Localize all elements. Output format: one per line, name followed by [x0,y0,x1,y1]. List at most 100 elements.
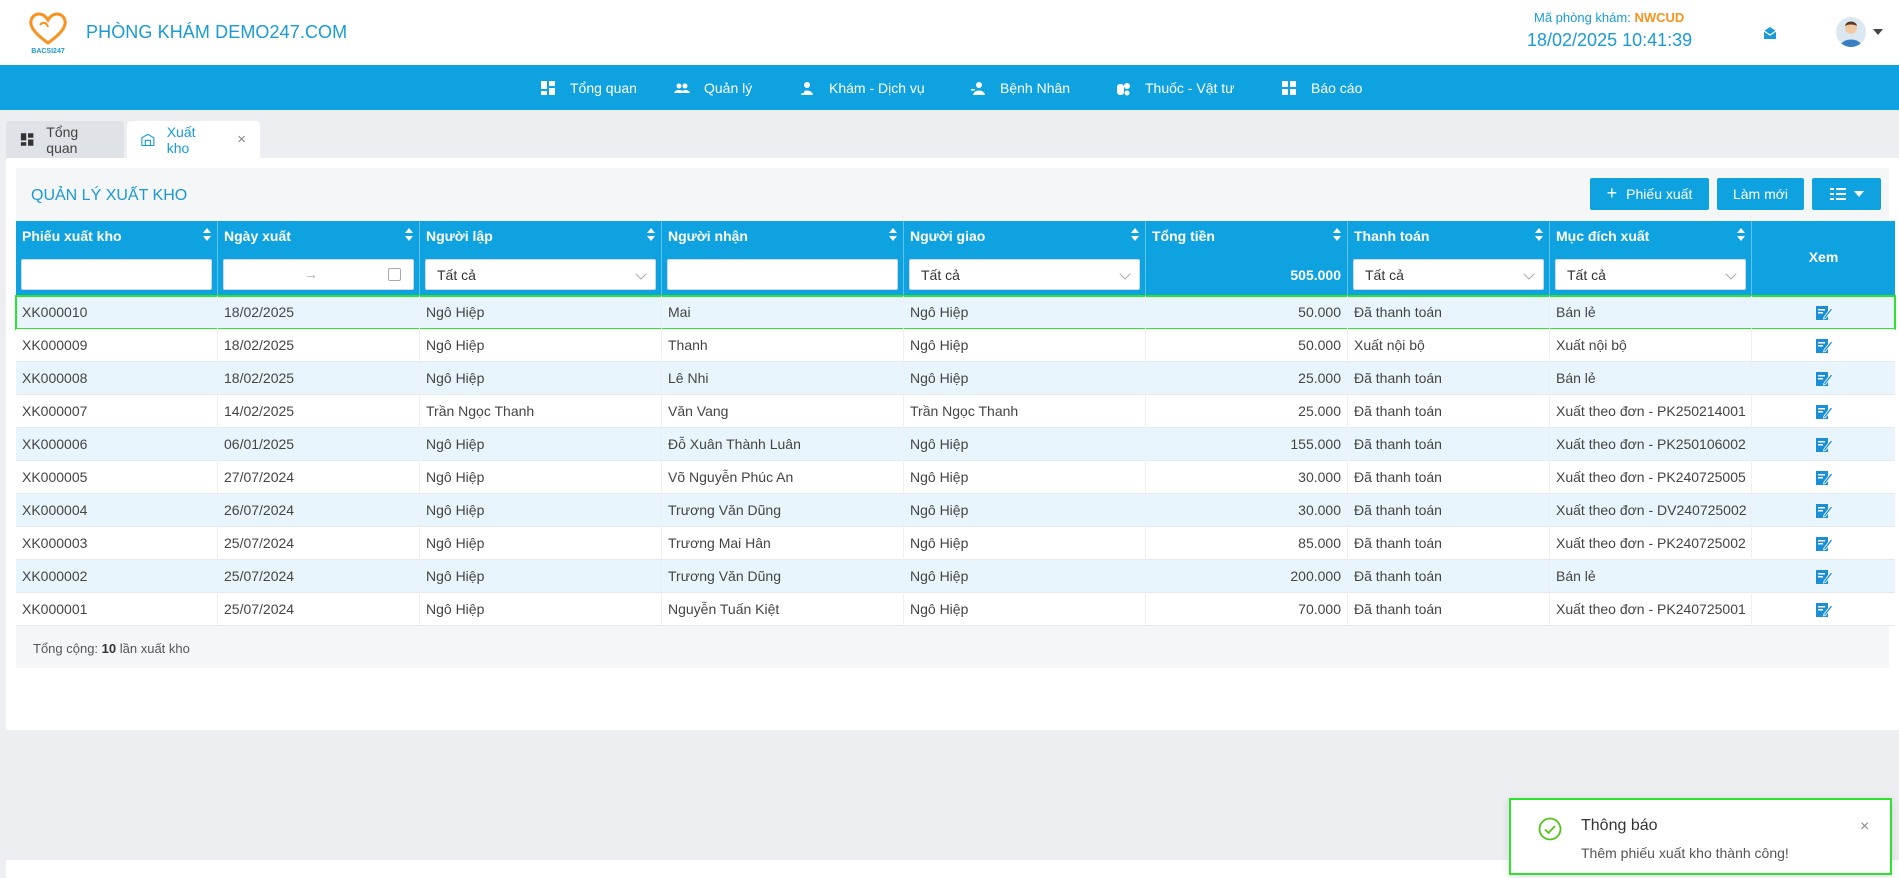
cell-purpose: Xuất theo đơn - PK250214001 [1550,395,1752,428]
refresh-button[interactable]: Làm mới [1717,178,1804,210]
cell-creator: Ngô Hiệp [420,461,662,494]
nav-item-medicine[interactable]: Thuốc - Vật tư [1115,65,1235,110]
table-row[interactable]: XK000007 14/02/2025 Trần Ngọc Thanh Văn Van… [16,395,1895,428]
column-header: Mục đích xuất Tất cả [1550,221,1752,296]
table-row[interactable]: XK000004 26/07/2024 Ngô Hiệp Trương Văn Dũn… [16,494,1895,527]
edit-icon[interactable] [1815,403,1833,420]
cell-payment: Đã thanh toán [1348,296,1550,329]
nav-item-overview[interactable]: Tổng quan [540,65,637,110]
close-icon[interactable]: × [237,131,246,148]
cell-deliverer: Ngô Hiệp [904,527,1146,560]
column-header: Người nhận [662,221,904,296]
notification-toast: Thông báo Thêm phiếu xuất kho thành công… [1509,798,1892,875]
table-row[interactable]: XK000010 18/02/2025 Ngô Hiệp Mai Ngô Hiệp 50.… [15,295,1896,330]
close-icon[interactable]: × [1860,818,1869,836]
nav-item-reports[interactable]: Báo cáo [1281,65,1362,110]
column-title: Phiếu xuất kho [22,228,122,244]
sort-icon[interactable] [1737,228,1745,242]
cell-payment: Đã thanh toán [1348,560,1550,593]
sort-icon[interactable] [1131,228,1139,242]
sort-icon[interactable] [889,228,897,242]
tab-export[interactable]: Xuất kho × [127,121,260,158]
cell-date: 18/02/2025 [218,296,420,329]
cell-creator: Ngô Hiệp [420,296,662,329]
cell-receiver: Văn Vang [662,395,904,428]
edit-icon[interactable] [1815,337,1833,354]
cell-deliverer: Ngô Hiệp [904,494,1146,527]
edit-icon[interactable] [1815,469,1833,486]
cell-view [1752,527,1895,560]
user-avatar-icon [1840,21,1862,47]
edit-icon[interactable] [1815,436,1833,453]
sort-icon[interactable] [405,228,413,242]
edit-icon[interactable] [1815,370,1833,387]
sort-icon[interactable] [1333,228,1341,242]
table-row[interactable]: XK000006 06/01/2025 Ngô Hiệp Đỗ Xuân Thành … [16,428,1895,461]
cell-receiver: Đỗ Xuân Thành Luân [662,428,904,461]
chevron-down-icon[interactable] [1873,29,1883,35]
cell-total: 25.000 [1146,395,1348,428]
nav-item-services[interactable]: Khám - Dịch vụ [799,65,925,110]
nav-item-label: Bệnh Nhân [1000,79,1071,96]
cell-purpose: Xuất theo đơn - PK240725001 [1550,593,1752,626]
cell-code: XK000004 [16,494,218,527]
cell-date: 27/07/2024 [218,461,420,494]
nav-item-label: Thuốc - Vật tư [1145,79,1235,96]
table-row[interactable]: XK000001 25/07/2024 Ngô Hiệp Nguyễn Tuấn Ki… [16,593,1895,626]
cell-view [1752,494,1895,527]
nav-item-label: Báo cáo [1311,79,1363,96]
edit-icon[interactable] [1815,502,1833,519]
filter-deliverer-select[interactable]: Tất cả [909,259,1140,290]
mail-icon[interactable] [1762,25,1778,41]
filter-code-input[interactable] [21,259,212,290]
filter-date-range[interactable]: → [223,259,414,290]
users-icon [674,83,690,93]
clinic-logo[interactable]: BACSI247 [26,9,70,55]
column-title: Người lập [426,228,493,244]
filter-payment-select[interactable]: Tất cả [1353,259,1544,290]
nav-item-patients[interactable]: Bệnh Nhân [970,65,1070,110]
table-row[interactable]: XK000008 18/02/2025 Ngô Hiệp Lê Nhi Ngô Hiệp… [16,362,1895,395]
sort-icon[interactable] [203,228,211,242]
cell-receiver: Lê Nhi [662,362,904,395]
cell-deliverer: Ngô Hiệp [904,560,1146,593]
table-row[interactable]: XK000009 18/02/2025 Ngô Hiệp Thanh Ngô Hiệp 5… [16,329,1895,362]
table-row[interactable]: XK000003 25/07/2024 Ngô Hiệp Trương Mai Hân… [16,527,1895,560]
cell-code: XK000007 [16,395,218,428]
filter-creator-select[interactable]: Tất cả [425,259,656,290]
edit-icon[interactable] [1815,601,1833,618]
cell-creator: Ngô Hiệp [420,362,662,395]
cell-payment: Đã thanh toán [1348,428,1550,461]
edit-icon[interactable] [1815,535,1833,552]
tab-overview[interactable]: Tổng quan [6,121,124,158]
column-settings-button[interactable] [1812,178,1881,210]
total-number: 10 [101,641,117,656]
edit-icon[interactable] [1815,568,1833,585]
user-avatar[interactable] [1836,17,1866,47]
sort-icon[interactable] [647,228,655,242]
clinic-code-label: Mã phòng khám: [1534,10,1631,25]
cell-purpose: Xuất theo đơn - PK250106002 [1550,428,1752,461]
edit-icon[interactable] [1815,304,1833,321]
column-title: Tổng tiền [1152,228,1215,244]
cell-code: XK000005 [16,461,218,494]
nav-item-management[interactable]: Quản lý [674,65,752,110]
filter-value: Tất cả [1365,266,1404,283]
clinic-name: PHÒNG KHÁM DEMO247.COM [86,22,348,42]
filter-receiver-input[interactable] [667,259,898,290]
cell-view [1752,593,1895,626]
filter-purpose-select[interactable]: Tất cả [1555,259,1746,290]
sort-icon[interactable] [1535,228,1543,242]
cell-total: 50.000 [1146,329,1348,362]
cell-receiver: Trương Văn Dũng [662,494,904,527]
filter-value: Tất cả [437,266,476,283]
new-export-button[interactable]: + Phiếu xuất [1590,178,1709,210]
column-header: Người lập Tất cả [420,221,662,296]
cell-payment: Đã thanh toán [1348,362,1550,395]
table-body: XK000010 18/02/2025 Ngô Hiệp Mai Ngô Hiệp 50.… [15,295,1896,626]
table-row[interactable]: XK000002 25/07/2024 Ngô Hiệp Trương Văn Dũn… [16,560,1895,593]
cell-date: 25/07/2024 [218,593,420,626]
cell-creator: Ngô Hiệp [420,494,662,527]
table-row[interactable]: XK000005 27/07/2024 Ngô Hiệp Võ Nguyễn Phúc… [16,461,1895,494]
chevron-down-icon [1853,191,1864,197]
